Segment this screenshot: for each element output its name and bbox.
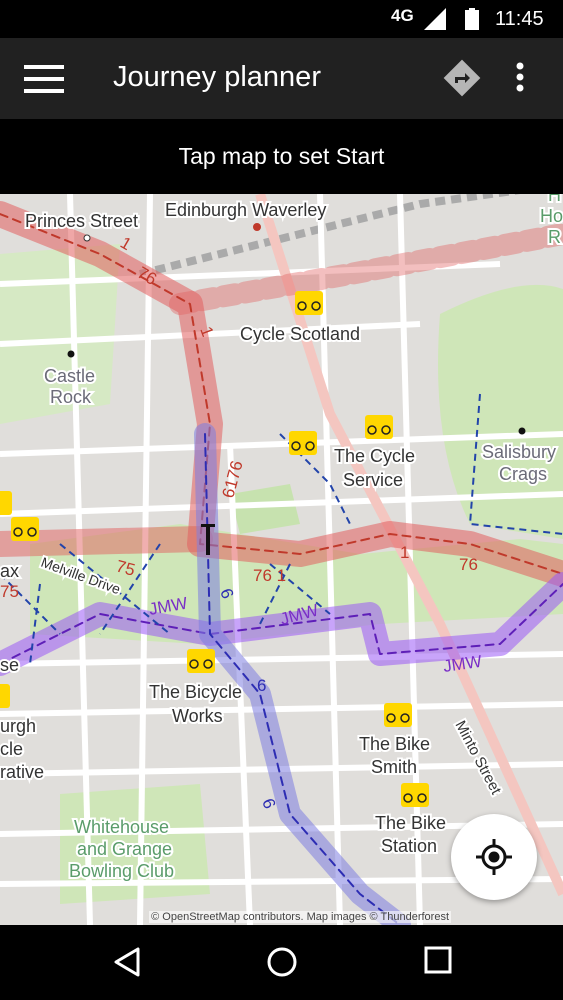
label-and-grange: and Grange <box>77 839 172 859</box>
map-attribution[interactable]: © OpenStreetMap contributors. Map images… <box>149 911 451 923</box>
princes-street-marker <box>83 234 91 242</box>
route-label-6-lower: 6 <box>257 676 266 695</box>
map-view[interactable]: Princes Street Edinburgh Waverley Cycle … <box>0 194 563 925</box>
directions-icon[interactable] <box>443 59 481 97</box>
label-cycle-scotland: Cycle Scotland <box>240 324 360 344</box>
label-the-bike-station-1: The Bike <box>375 813 446 833</box>
route-label-76-1: 76 1 <box>253 566 286 585</box>
network-type: 4G <box>391 6 414 25</box>
label-the-cycle: The Cycle <box>334 446 415 466</box>
home-icon[interactable] <box>266 946 298 978</box>
label-edge-urgh: urgh <box>0 716 36 736</box>
locate-button[interactable] <box>451 814 537 900</box>
label-edge-cle: cle <box>0 739 23 759</box>
label-edge-h: H <box>548 194 561 205</box>
label-service: Service <box>343 470 403 490</box>
label-castle: Castle <box>44 366 95 386</box>
label-edge-ho: Ho <box>540 206 563 226</box>
label-princes-street: Princes Street <box>25 211 138 231</box>
status-bar: 4G 11:45 <box>0 0 563 38</box>
app-title: Journey planner <box>113 61 321 93</box>
bike-shop-icon <box>0 491 12 515</box>
label-works: Works <box>172 706 223 726</box>
salisbury-crags-marker <box>518 427 526 435</box>
label-edge-r: R <box>548 227 561 247</box>
clock: 11:45 <box>495 8 544 30</box>
station-marker <box>253 223 261 231</box>
label-edge-ax: ax <box>0 561 19 581</box>
route-label-75-edge: 75 <box>0 582 19 601</box>
start-hint: Tap map to set Start <box>0 119 563 194</box>
more-vert-icon[interactable] <box>516 62 524 92</box>
label-whitehouse: Whitehouse <box>74 817 169 837</box>
navigation-bar <box>0 925 563 1000</box>
label-the-bike-station-2: Station <box>381 836 437 856</box>
battery-icon <box>465 8 479 30</box>
recents-icon[interactable] <box>424 946 452 974</box>
label-the-bike-smith-1: The Bike <box>359 734 430 754</box>
back-icon[interactable] <box>113 946 141 978</box>
label-the-bicycle: The Bicycle <box>149 682 242 702</box>
label-salisbury: Salisbury <box>482 442 556 462</box>
route-label-1-right: 1 <box>400 543 409 562</box>
app-bar: Journey planner <box>0 38 563 119</box>
label-edge-rative: rative <box>0 762 44 782</box>
route-label-76-right: 76 <box>459 555 478 574</box>
label-edinburgh-waverley: Edinburgh Waverley <box>165 200 326 220</box>
map-canvas[interactable]: Princes Street Edinburgh Waverley Cycle … <box>0 194 563 925</box>
label-edge-se: se <box>0 655 19 675</box>
menu-icon[interactable] <box>24 65 64 93</box>
bike-shop-icon <box>0 684 10 708</box>
label-the-bike-smith-2: Smith <box>371 757 417 777</box>
castle-rock-marker <box>67 350 75 358</box>
my-location-icon <box>476 839 512 875</box>
label-bowling-club: Bowling Club <box>69 861 174 881</box>
signal-icon <box>424 8 446 30</box>
label-rock: Rock <box>50 387 92 407</box>
label-crags: Crags <box>499 464 547 484</box>
